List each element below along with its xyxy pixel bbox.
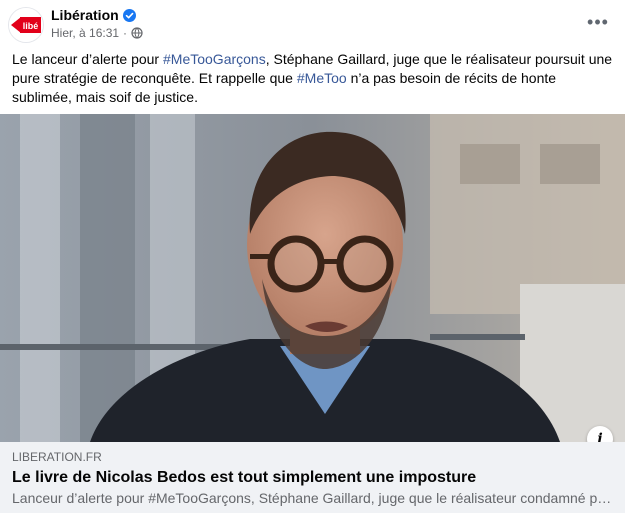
post-text-part: Le lanceur d’alerte pour <box>12 51 163 67</box>
hashtag-link-metoo[interactable]: #MeToo <box>297 70 347 86</box>
meta-separator: · <box>123 26 128 40</box>
link-title[interactable]: Le livre de Nicolas Bedos est tout simpl… <box>12 469 476 487</box>
page-avatar[interactable]: libé <box>8 7 44 43</box>
post-message: Le lanceur d’alerte pour #MeTooGarçons, … <box>12 50 616 107</box>
post-header: libé Libération Hier, à 16:31 · ••• <box>0 0 625 46</box>
portrait-photo <box>0 114 625 442</box>
post-timestamp[interactable]: Hier, à 16:31 <box>51 26 119 40</box>
link-preview-image[interactable]: i <box>0 114 625 442</box>
liberation-logo-icon: libé <box>9 8 43 42</box>
more-options-icon[interactable]: ••• <box>583 10 613 34</box>
page-name[interactable]: Libération <box>51 7 119 23</box>
hashtag-link-metoogarcons[interactable]: #MeTooGarçons <box>163 51 266 67</box>
post-meta: Hier, à 16:31 · <box>51 26 143 40</box>
page-name-link[interactable]: Libération <box>51 7 136 23</box>
link-description: Lanceur d’alerte pour #MeTooGarçons, Sté… <box>12 490 612 506</box>
verified-badge-icon <box>122 8 136 22</box>
globe-icon[interactable] <box>131 27 143 39</box>
link-preview-card[interactable]: LIBERATION.FR Le livre de Nicolas Bedos … <box>0 442 625 513</box>
logo-text: libé <box>23 21 39 31</box>
facebook-post: libé Libération Hier, à 16:31 · ••• Le l… <box>0 0 625 513</box>
link-domain: LIBERATION.FR <box>12 450 102 464</box>
